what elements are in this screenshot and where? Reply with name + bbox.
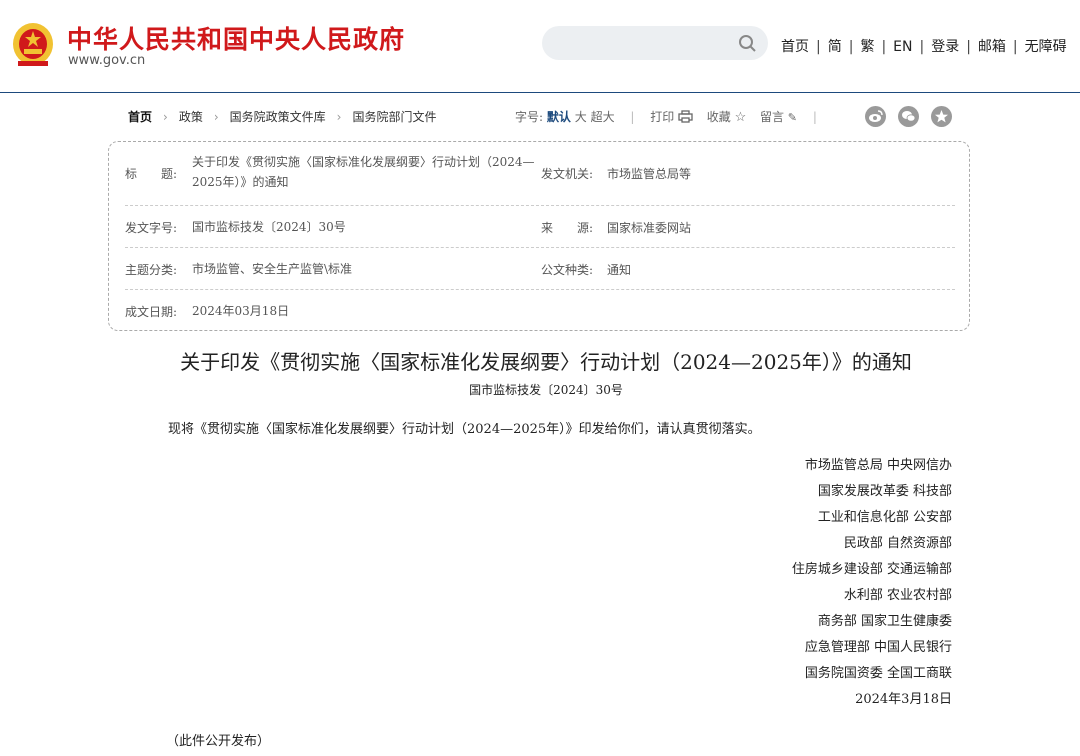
info-row-topic: 主题分类: 市场监管、安全生产监管\标准 公文种类: 通知 <box>125 247 955 290</box>
nav-english[interactable]: EN <box>893 39 912 55</box>
font-size-label: 字号: <box>515 110 544 124</box>
article-tools: 字号: 默认 大 超大 | 打印 收藏 ☆ 留言 ✎ | <box>515 110 817 125</box>
info-row-date: 成文日期: 2024年03月18日 <box>125 289 955 329</box>
signer-line: 应急管理部 中国人民银行 <box>804 640 952 655</box>
signer-line: 国家发展改革委 科技部 <box>817 484 952 499</box>
signers-block: 市场监管总局 中央网信办 国家发展改革委 科技部 工业和信息化部 公安部 民政部… <box>792 456 952 716</box>
search-input[interactable] <box>542 26 768 60</box>
topic-value: 市场监管、安全生产监管\标准 <box>192 262 353 276</box>
wechat-icon[interactable] <box>898 106 919 127</box>
signer-line: 住房城乡建设部 交通运输部 <box>791 562 952 577</box>
signer-line: 民政部 自然资源部 <box>843 536 952 551</box>
public-release-note: （此件公开发布） <box>166 734 271 749</box>
signer-line: 水利部 农业农村部 <box>843 588 952 603</box>
star-icon[interactable] <box>931 106 952 127</box>
document-number: 国市监标技发〔2024〕30号 <box>469 383 623 397</box>
search-icon[interactable] <box>738 34 757 53</box>
nav-accessibility[interactable]: 无障碍 <box>1025 39 1067 55</box>
document-title: 关于印发《贯彻实施〈国家标准化发展纲要〉行动计划（2024—2025年）》的通知 <box>180 350 912 374</box>
nav-mail[interactable]: 邮箱 <box>978 39 1006 55</box>
site-title[interactable]: 中华人民共和国中央人民政府 <box>67 20 405 56</box>
info-row-title: 标 题: 关于印发《贯彻实施〈国家标准化发展纲要〉行动计划（2024— 2025… <box>125 142 955 206</box>
signing-date: 2024年3月18日 <box>855 692 952 707</box>
issuer-value: 市场监管总局等 <box>607 167 692 181</box>
pencil-icon: ✎ <box>787 111 797 124</box>
type-label: 公文种类: <box>541 263 594 277</box>
top-nav: 首页 | 简 | 繁 | EN | 登录 | 邮箱 | 无障碍 <box>781 39 1067 55</box>
signer-line: 工业和信息化部 公安部 <box>817 510 952 525</box>
site-header: 中华人民共和国中央人民政府 www.gov.cn 首页 | 简 | 繁 | EN | 登录 | 邮箱… <box>0 0 1080 93</box>
signer-line: 商务部 国家卫生健康委 <box>817 614 952 629</box>
font-size-large[interactable]: 大 <box>575 110 587 124</box>
comment-button[interactable]: 留言 ✎ <box>760 110 797 124</box>
breadcrumb-home[interactable]: 首页 <box>128 110 152 124</box>
issuer-label: 发文机关: <box>541 167 594 181</box>
weibo-icon[interactable] <box>865 106 886 127</box>
font-size-default[interactable]: 默认 <box>547 110 571 124</box>
source-value: 国家标准委网站 <box>607 221 692 235</box>
breadcrumb-department-docs[interactable]: 国务院部门文件 <box>352 110 436 124</box>
breadcrumb-policy[interactable]: 政策 <box>179 110 203 124</box>
star-outline-icon: ☆ <box>734 110 747 125</box>
source-label: 来 源: <box>541 221 594 235</box>
breadcrumb: 首页 › 政策 › 国务院政策文件库 › 国务院部门文件 <box>128 110 437 124</box>
topic-label: 主题分类: <box>125 263 178 277</box>
type-value: 通知 <box>607 263 632 277</box>
breadcrumb-policy-library[interactable]: 国务院政策文件库 <box>230 110 326 124</box>
doc-no-value: 国市监标技发〔2024〕30号 <box>192 220 346 234</box>
nav-simplified[interactable]: 简 <box>828 39 842 55</box>
favorite-button[interactable]: 收藏 ☆ <box>707 110 747 125</box>
site-url[interactable]: www.gov.cn <box>68 53 145 68</box>
print-button[interactable]: 打印 <box>650 110 693 124</box>
nav-traditional[interactable]: 繁 <box>860 39 874 55</box>
date-value: 2024年03月18日 <box>192 304 290 318</box>
doc-no-label: 发文字号: <box>125 221 178 235</box>
nav-login[interactable]: 登录 <box>931 39 959 55</box>
date-label: 成文日期: <box>125 305 178 319</box>
document-info-box: 标 题: 关于印发《贯彻实施〈国家标准化发展纲要〉行动计划（2024— 2025… <box>108 141 970 331</box>
signer-line: 国务院国资委 全国工商联 <box>804 666 952 681</box>
info-row-docno: 发文字号: 国市监标技发〔2024〕30号 来 源: 国家标准委网站 <box>125 205 955 248</box>
signer-line: 市场监管总局 中央网信办 <box>804 458 952 473</box>
printer-icon <box>678 110 693 123</box>
font-size-xlarge[interactable]: 超大 <box>591 110 615 124</box>
nav-home[interactable]: 首页 <box>781 39 809 55</box>
title-value: 关于印发《贯彻实施〈国家标准化发展纲要〉行动计划（2024— 2025年）》的通… <box>192 155 535 189</box>
national-emblem-icon[interactable] <box>10 18 56 68</box>
document-body: 现将《贯彻实施〈国家标准化发展纲要〉行动计划（2024—2025年）》印发给你们… <box>168 422 761 437</box>
title-label: 标 题: <box>125 167 178 181</box>
